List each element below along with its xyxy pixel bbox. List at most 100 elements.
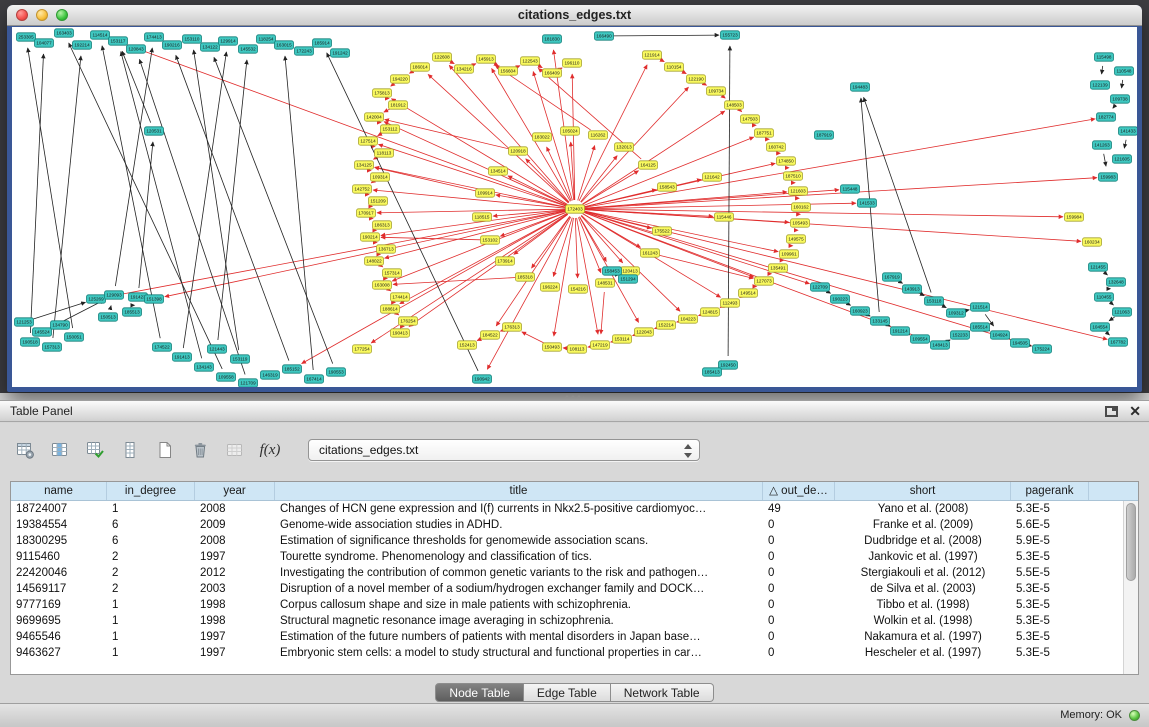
- table-cell[interactable]: 1: [107, 613, 195, 629]
- network-node[interactable]: 104223: [679, 315, 698, 323]
- network-node[interactable]: 187919: [815, 131, 834, 139]
- network-node[interactable]: 160742: [767, 143, 786, 151]
- network-node[interactable]: 118113: [375, 149, 394, 157]
- network-node[interactable]: 145524: [33, 328, 52, 336]
- network-node[interactable]: 151398: [145, 295, 164, 303]
- network-node[interactable]: 141433: [1119, 127, 1138, 135]
- table-cell[interactable]: Franke et al. (2009): [835, 517, 1011, 533]
- table-cell[interactable]: Jankovic et al. (1997): [835, 549, 1011, 565]
- table-cell[interactable]: 5.6E-5: [1011, 517, 1089, 533]
- network-node[interactable]: 134122: [201, 43, 220, 51]
- table-cell[interactable]: Dudbridge et al. (2008): [835, 533, 1011, 549]
- network-node[interactable]: 190413: [391, 329, 410, 337]
- network-node[interactable]: 153102: [481, 236, 500, 244]
- close-window-icon[interactable]: [16, 9, 28, 21]
- network-node[interactable]: 121709: [239, 379, 258, 387]
- table-cell[interactable]: 5.3E-5: [1011, 581, 1089, 597]
- table-cell[interactable]: 0: [763, 581, 835, 597]
- table-row[interactable]: 1456911722003Disruption of a novel membe…: [11, 581, 1123, 597]
- table-cell[interactable]: 0: [763, 597, 835, 613]
- table-cell[interactable]: Structural magnetic resonance image aver…: [275, 613, 763, 629]
- table-cell[interactable]: 0: [763, 549, 835, 565]
- network-node[interactable]: 129093: [105, 291, 124, 299]
- network-node[interactable]: 147503: [741, 115, 760, 123]
- network-node[interactable]: 163403: [55, 29, 74, 37]
- table-cell[interactable]: 2: [107, 565, 195, 581]
- table-cell[interactable]: 2012: [195, 565, 275, 581]
- network-node[interactable]: 109738: [1111, 95, 1130, 103]
- table-cell[interactable]: 22420046: [11, 565, 107, 581]
- float-panel-icon[interactable]: [1105, 406, 1118, 417]
- column-header[interactable]: name: [11, 482, 107, 500]
- delete-table-button[interactable]: [189, 439, 211, 461]
- network-node[interactable]: 194483: [851, 83, 870, 91]
- network-node[interactable]: 115498: [1095, 53, 1114, 61]
- table-row[interactable]: 969969511998Structural magnetic resonanc…: [11, 613, 1123, 629]
- network-node[interactable]: 134143: [195, 363, 214, 371]
- network-node[interactable]: 174522: [153, 343, 172, 351]
- network-node[interactable]: 158453: [603, 267, 622, 275]
- network-node[interactable]: 190942: [473, 375, 492, 383]
- rename-table-button[interactable]: [224, 439, 246, 461]
- network-node[interactable]: 105024: [561, 127, 580, 135]
- tab-network-table[interactable]: Network Table: [611, 683, 714, 702]
- network-node[interactable]: 114514: [91, 31, 110, 39]
- table-cell[interactable]: 18724007: [11, 501, 107, 517]
- table-cell[interactable]: 6: [107, 517, 195, 533]
- network-node[interactable]: 153110: [183, 35, 202, 43]
- table-cell[interactable]: 0: [763, 517, 835, 533]
- network-node[interactable]: 120413: [621, 267, 640, 275]
- table-row[interactable]: 1830029562008Estimation of significance …: [11, 533, 1123, 549]
- network-node[interactable]: 132013: [615, 143, 634, 151]
- network-node[interactable]: 190223: [831, 295, 850, 303]
- table-scrollbar-thumb[interactable]: [1126, 503, 1136, 581]
- network-node[interactable]: 166409: [543, 69, 562, 77]
- network-node[interactable]: 148531: [596, 279, 615, 287]
- network-node[interactable]: 141263: [1093, 141, 1112, 149]
- column-settings-button[interactable]: [14, 439, 36, 461]
- table-cell[interactable]: Estimation of the future numbers of pati…: [275, 629, 763, 645]
- table-cell[interactable]: Stergiakouli et al. (2012): [835, 565, 1011, 581]
- table-cell[interactable]: Genome-wide association studies in ADHD.: [275, 517, 763, 533]
- column-header[interactable]: short: [835, 482, 1011, 500]
- network-node[interactable]: 148503: [725, 101, 744, 109]
- network-node[interactable]: 142004: [365, 113, 384, 121]
- network-node[interactable]: 153119: [231, 355, 250, 363]
- table-row[interactable]: 1938455462009Genome-wide association stu…: [11, 517, 1123, 533]
- network-node[interactable]: 118254: [257, 35, 276, 43]
- table-row[interactable]: 2242004622012Investigating the contribut…: [11, 565, 1123, 581]
- window-titlebar[interactable]: citations_edges.txt: [7, 5, 1142, 26]
- network-node[interactable]: 121455: [1089, 263, 1108, 271]
- network-node[interactable]: 145913: [477, 55, 496, 63]
- network-node[interactable]: 105493: [791, 219, 810, 227]
- network-node[interactable]: 104077: [35, 39, 54, 47]
- network-node[interactable]: 152233: [951, 331, 970, 339]
- table-source-select[interactable]: citations_edges.txt: [308, 439, 700, 461]
- network-node[interactable]: 161243: [641, 249, 660, 257]
- network-node[interactable]: 150051: [65, 333, 84, 341]
- network-node[interactable]: 145532: [239, 45, 258, 53]
- table-cell[interactable]: Investigating the contribution of common…: [275, 565, 763, 581]
- table-cell[interactable]: 5.3E-5: [1011, 597, 1089, 613]
- network-node[interactable]: 134514: [489, 167, 508, 175]
- table-cell[interactable]: Corpus callosum shape and size in male p…: [275, 597, 763, 613]
- table-row[interactable]: 977716911998Corpus callosum shape and si…: [11, 597, 1123, 613]
- network-node[interactable]: 104554: [1091, 323, 1110, 331]
- network-node[interactable]: 115448: [841, 185, 860, 193]
- network-node[interactable]: 127073: [755, 277, 774, 285]
- network-node[interactable]: 129914: [219, 37, 238, 45]
- network-node[interactable]: 120531: [145, 127, 164, 135]
- table-cell[interactable]: 18300295: [11, 533, 107, 549]
- network-node[interactable]: 186313: [373, 221, 392, 229]
- network-node[interactable]: 172403: [566, 205, 585, 213]
- network-node[interactable]: 127514: [359, 137, 378, 145]
- table-row[interactable]: 946554611997Estimation of the future num…: [11, 629, 1123, 645]
- network-node[interactable]: 109558: [217, 373, 236, 381]
- network-node[interactable]: 121514: [971, 303, 990, 311]
- network-node[interactable]: 118515: [473, 213, 492, 221]
- column-header[interactable]: year: [195, 482, 275, 500]
- table-cell[interactable]: 5.9E-5: [1011, 533, 1089, 549]
- table-cell[interactable]: 9699695: [11, 613, 107, 629]
- network-node[interactable]: 110154: [665, 63, 684, 71]
- table-cell[interactable]: Yano et al. (2008): [835, 501, 1011, 517]
